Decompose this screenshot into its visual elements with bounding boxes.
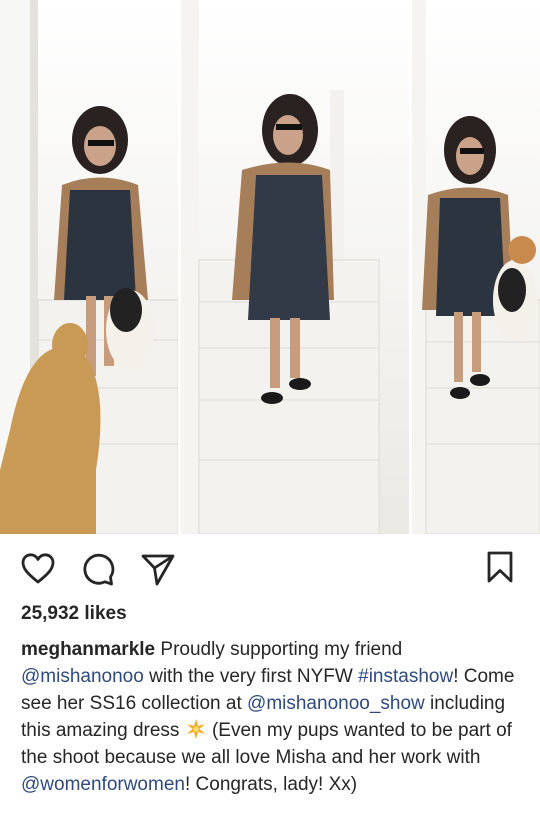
like-button[interactable] xyxy=(20,551,56,587)
caption-text-6: ! Congrats, lady! Xx) xyxy=(184,774,358,795)
mention-mishanonoo-show[interactable]: @mishanonoo_show xyxy=(247,693,425,714)
post-photo[interactable] xyxy=(0,0,540,534)
save-button[interactable] xyxy=(482,549,518,585)
photo-panel-1 xyxy=(0,0,179,534)
comment-icon xyxy=(83,553,115,586)
share-button[interactable] xyxy=(140,551,176,587)
send-icon xyxy=(141,554,175,586)
photo-panel-2 xyxy=(181,0,409,534)
caption-username[interactable]: meghanmarkle xyxy=(21,639,155,660)
heart-icon xyxy=(21,553,55,584)
photo-panel-3 xyxy=(412,0,540,534)
likes-count[interactable]: 25,932 likes xyxy=(21,603,127,625)
comment-button[interactable] xyxy=(80,551,116,587)
hashtag-instashow[interactable]: #instashow xyxy=(358,666,453,687)
sparkle-emoji-icon xyxy=(185,719,207,739)
mention-womenforwomen[interactable]: @womenforwomen xyxy=(21,774,185,795)
caption-text-1: Proudly supporting my friend xyxy=(155,639,403,660)
photo-collage xyxy=(0,0,540,534)
post-caption: meghanmarkle Proudly supporting my frien… xyxy=(21,636,521,798)
caption-text-2: with the very first NYFW xyxy=(143,666,359,687)
mention-mishanonoo[interactable]: @mishanonoo xyxy=(21,666,144,687)
bookmark-icon xyxy=(487,551,513,583)
